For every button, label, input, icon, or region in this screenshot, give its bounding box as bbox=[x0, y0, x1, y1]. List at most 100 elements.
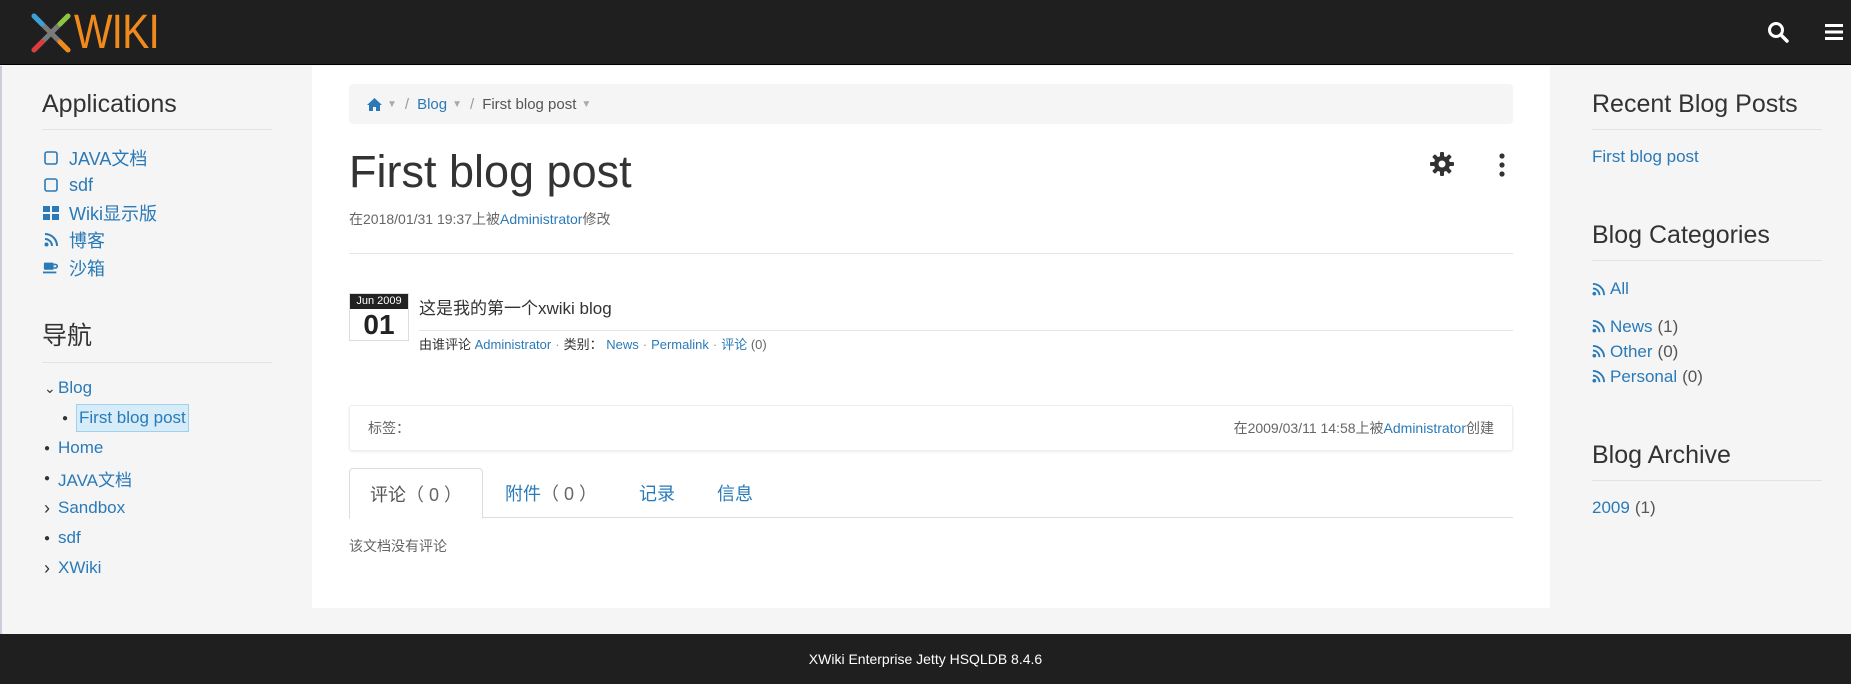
nav-item-xwiki[interactable]: › XWiki bbox=[44, 553, 189, 583]
rss-icon bbox=[43, 232, 59, 248]
nav-label[interactable]: Home bbox=[58, 438, 103, 458]
nav-label[interactable]: Sandbox bbox=[58, 498, 125, 518]
home-icon[interactable] bbox=[367, 97, 382, 111]
created-info: 在2009/03/11 14:58上被Administrator创建 bbox=[1234, 418, 1494, 438]
modified-prefix: 在2018/01/31 19:37上被 bbox=[349, 211, 500, 227]
category-label[interactable]: Other bbox=[1610, 342, 1653, 362]
app-item-sdf[interactable]: sdf bbox=[43, 172, 157, 200]
document-tabs: 评论（ 0 ） 附件（ 0 ） 记录 信息 bbox=[349, 468, 1513, 519]
gear-icon[interactable] bbox=[1429, 151, 1455, 177]
created-suffix: 创建 bbox=[1466, 420, 1494, 436]
chevron-down-icon[interactable]: ⌄ bbox=[44, 380, 58, 397]
app-item-sandbox[interactable]: 沙箱 bbox=[43, 254, 157, 282]
category-link[interactable]: News bbox=[606, 337, 639, 352]
category-label[interactable]: News bbox=[1610, 317, 1653, 337]
date-month: Jun 2009 bbox=[350, 294, 408, 309]
tab-count: （ 0 ） bbox=[541, 484, 598, 504]
tab-label: 信息 bbox=[717, 484, 754, 504]
app-label[interactable]: 博客 bbox=[69, 227, 105, 253]
square-icon bbox=[43, 150, 59, 166]
tab-attachments[interactable]: 附件（ 0 ） bbox=[485, 468, 617, 518]
category-label[interactable]: All bbox=[1610, 279, 1629, 299]
nav-label[interactable]: sdf bbox=[58, 528, 81, 548]
caret-down-icon[interactable]: ▼ bbox=[581, 99, 591, 110]
nav-item-sdf[interactable]: ● sdf bbox=[44, 523, 189, 553]
author-link[interactable]: Administrator bbox=[475, 337, 552, 352]
category-item-personal[interactable]: Personal (0) bbox=[1592, 364, 1703, 389]
app-item-blog[interactable]: 博客 bbox=[43, 227, 157, 255]
square-icon bbox=[43, 177, 59, 193]
nav-item-home[interactable]: ● Home bbox=[44, 433, 189, 463]
created-prefix: 在2009/03/11 14:58上被 bbox=[1233, 420, 1384, 436]
comment-count: (0) bbox=[750, 337, 767, 352]
archive-item-2009[interactable]: 2009 (1) bbox=[1592, 498, 1656, 518]
rss-icon bbox=[1592, 282, 1605, 296]
nav-label[interactable]: XWiki bbox=[58, 558, 101, 578]
recent-post-link[interactable]: First blog post bbox=[1592, 147, 1699, 167]
date-day: 01 bbox=[363, 309, 395, 340]
by-label: 由谁评论 bbox=[419, 337, 472, 352]
permalink-link[interactable]: Permalink bbox=[651, 337, 709, 352]
category-label[interactable]: Personal bbox=[1610, 367, 1677, 387]
hamburger-icon[interactable] bbox=[1822, 20, 1846, 44]
archive-year-link[interactable]: 2009 bbox=[1592, 498, 1630, 517]
app-item-java[interactable]: JAVA文档 bbox=[43, 144, 157, 172]
category-count: (0) bbox=[1657, 341, 1679, 361]
archive-count: (1) bbox=[1634, 498, 1656, 517]
tab-information[interactable]: 信息 bbox=[697, 468, 773, 518]
logo-text: WIKI bbox=[74, 6, 160, 59]
nav-label[interactable]: JAVA文档 bbox=[58, 466, 132, 491]
nav-item-blog[interactable]: ⌄ Blog bbox=[44, 373, 189, 403]
nav-item-first-blog-post[interactable]: ● First blog post bbox=[44, 403, 189, 433]
more-vertical-icon[interactable] bbox=[1492, 152, 1512, 178]
rss-icon bbox=[1592, 345, 1605, 358]
breadcrumb-blog[interactable]: Blog bbox=[417, 96, 447, 113]
nav-label[interactable]: Blog bbox=[58, 378, 92, 398]
nav-item-java[interactable]: ● JAVA文档 bbox=[44, 463, 189, 493]
search-icon[interactable] bbox=[1766, 20, 1790, 44]
no-comments-message: 该文档没有评论 bbox=[349, 538, 447, 554]
tab-label: 评论 bbox=[370, 484, 406, 505]
divider bbox=[349, 253, 1513, 254]
tab-history[interactable]: 记录 bbox=[619, 468, 695, 518]
site-footer: XWiki Enterprise Jetty HSQLDB 8.4.6 bbox=[0, 634, 1851, 684]
rss-icon bbox=[1592, 320, 1605, 333]
category-all[interactable]: All bbox=[1592, 279, 1629, 299]
creator-link[interactable]: Administrator bbox=[1384, 420, 1466, 436]
left-sidebar: Applications JAVA文档 sdf Wiki显示版 博客 沙箱 导航… bbox=[0, 66, 312, 634]
right-sidebar: Recent Blog Posts First blog post Blog C… bbox=[1550, 66, 1851, 634]
tab-label: 记录 bbox=[639, 484, 676, 504]
chevron-right-icon[interactable]: › bbox=[44, 558, 58, 579]
rss-icon bbox=[1592, 370, 1605, 383]
tab-count: （ 0 ） bbox=[406, 484, 463, 505]
tab-comments[interactable]: 评论（ 0 ） bbox=[349, 468, 484, 519]
comments-link[interactable]: 评论 bbox=[721, 337, 747, 352]
nav-label[interactable]: First blog post bbox=[76, 404, 189, 432]
app-label[interactable]: sdf bbox=[69, 175, 93, 196]
app-label[interactable]: Wiki显示版 bbox=[69, 200, 157, 226]
category-item-news[interactable]: News (1) bbox=[1592, 314, 1703, 339]
breadcrumb: ▼ / Blog ▼ / First blog post ▼ bbox=[349, 84, 1513, 124]
footer-version-text: XWiki Enterprise Jetty HSQLDB 8.4.6 bbox=[808, 651, 1043, 667]
bullet-icon: ● bbox=[44, 472, 51, 484]
breadcrumb-current: First blog post bbox=[482, 95, 577, 113]
caret-down-icon[interactable]: ▼ bbox=[452, 99, 462, 110]
bullet-icon: ● bbox=[62, 412, 69, 424]
navigation-tree: ⌄ Blog ● First blog post ● Home ● JAVA文档… bbox=[44, 373, 189, 583]
document-footer: 标签： 在2009/03/11 14:58上被Administrator创建 bbox=[349, 405, 1513, 451]
app-label[interactable]: 沙箱 bbox=[69, 255, 105, 281]
app-item-dashboard[interactable]: Wiki显示版 bbox=[43, 199, 157, 227]
category-label: 类别： bbox=[563, 337, 603, 352]
category-item-other[interactable]: Other (0) bbox=[1592, 339, 1703, 364]
tags-label: 标签： bbox=[368, 420, 410, 436]
chevron-right-icon[interactable]: › bbox=[44, 498, 58, 519]
nav-item-sandbox[interactable]: › Sandbox bbox=[44, 493, 189, 523]
caret-down-icon[interactable]: ▼ bbox=[387, 99, 397, 110]
app-label[interactable]: JAVA文档 bbox=[69, 145, 147, 171]
bullet-icon: ● bbox=[44, 442, 51, 454]
xwiki-logo[interactable]: WIKI bbox=[28, 8, 174, 58]
breadcrumb-separator: / bbox=[404, 95, 410, 113]
modified-user-link[interactable]: Administrator bbox=[500, 211, 582, 227]
blog-date-badge: Jun 2009 01 bbox=[349, 293, 409, 341]
blog-categories-heading: Blog Categories bbox=[1592, 221, 1822, 261]
